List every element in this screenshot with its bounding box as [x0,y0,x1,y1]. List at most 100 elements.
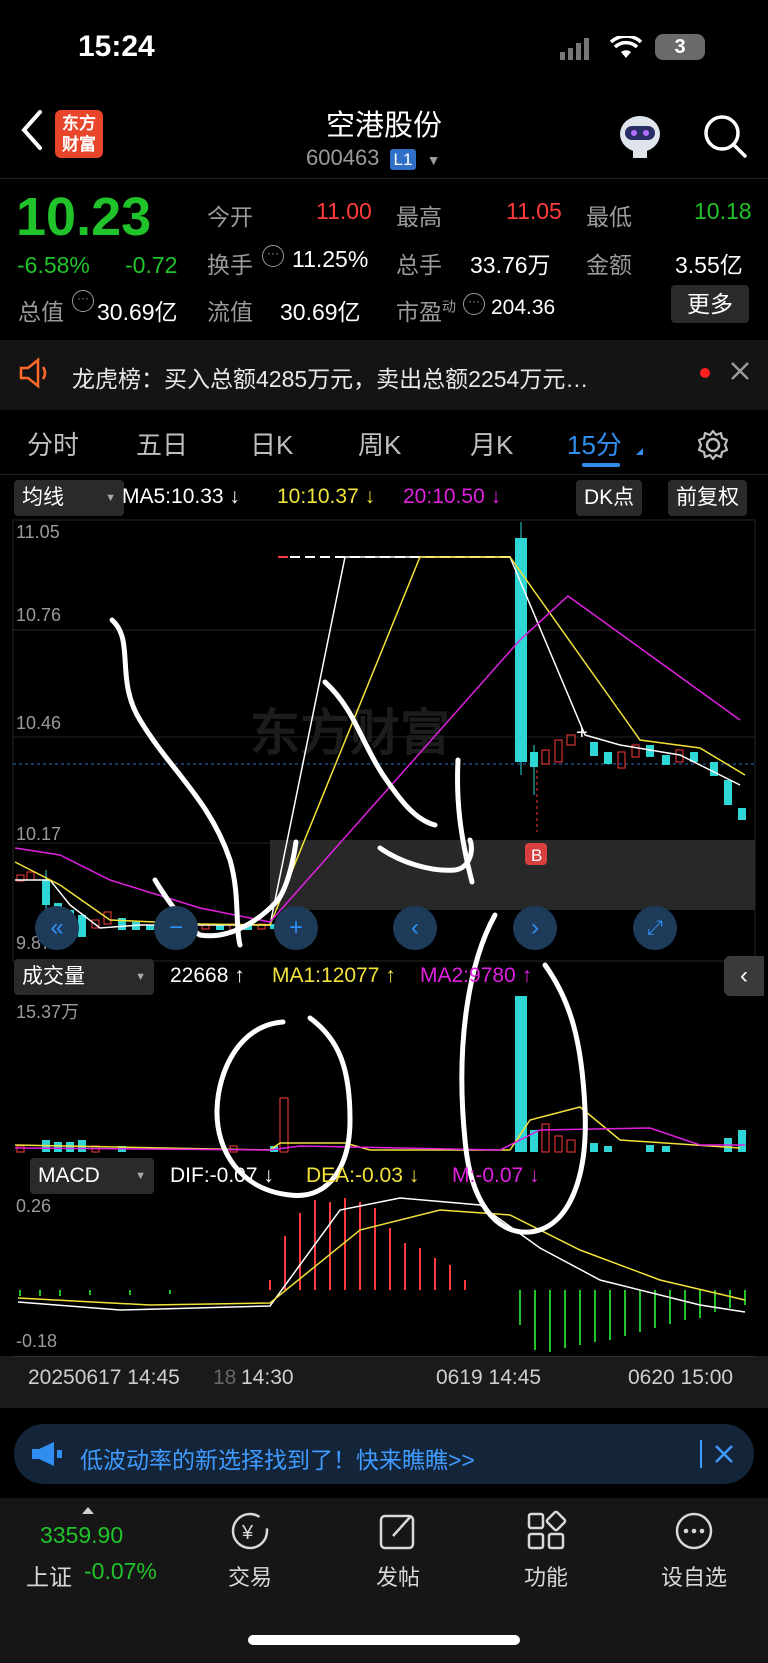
time-axis-end: 0620 15:00 [628,1366,734,1389]
info-icon[interactable]: ··· [72,290,94,312]
news-text[interactable]: 龙虎榜：买入总额4285万元，卖出总额2254万元… [72,360,588,394]
volume-current: 22668 ↑ [170,964,245,987]
volume-ma1: MA1:12077 ↑ [272,964,396,987]
more-dots-icon [634,1510,754,1554]
index-value[interactable]: 3359.90 [40,1522,123,1549]
volume-selector[interactable]: 成交量 ▼ [14,959,154,995]
pe-sup: 动 [442,298,456,315]
stock-code-row[interactable]: 600463 L1 ▼ [306,145,440,171]
tab-five-day[interactable]: 五日 [136,425,188,462]
ma-selector[interactable]: 均线 ▼ [14,480,124,516]
tab-intraday[interactable]: 分时 [27,425,79,462]
more-button[interactable]: 更多 [671,285,749,323]
battery-icon: 3 [655,34,705,60]
unread-dot [700,368,710,378]
yuan-exchange-icon: ¥ [190,1510,310,1554]
adjust-label: 前复权 [676,486,739,509]
tab-monthly-k[interactable]: 月K [470,425,513,462]
macd-m: M:-0.07 ↓ [452,1164,540,1187]
total-cap-value: 30.69亿 [97,299,178,325]
low-value: 10.18 [694,198,752,224]
turnover-label: 换手 [207,252,253,278]
functions-label: 功能 [523,1565,568,1590]
close-icon[interactable] [729,360,751,387]
ma10-legend: 10:10.37 ↓ [277,485,376,508]
macd-dif-value: DIF:-0.07 [170,1164,258,1187]
high-value: 11.05 [506,198,562,224]
macd-selector[interactable]: MACD ▼ [30,1158,154,1194]
settings-gear-icon[interactable] [696,428,730,467]
time-axis-start: 20250617 14:45 [28,1366,180,1389]
post-label: 发帖 [375,1565,420,1590]
fullscreen-button[interactable]: ⤢ [633,906,677,950]
post-button[interactable]: 发帖 [338,1510,458,1592]
macd-axis-bottom: -0.18 [16,1331,58,1351]
time-axis-day: 18 [213,1366,237,1389]
volume-current-value: 22668 [170,964,229,987]
price-axis-4: 10.17 [16,824,62,844]
info-icon[interactable]: ··· [463,293,485,315]
ma20-legend: 20:10.50 ↓ [403,485,502,508]
level-badge: L1 [389,149,417,170]
banner-close-icon[interactable] [714,1444,734,1469]
trade-button[interactable]: ¥ 交易 [190,1510,310,1592]
dropdown-icon: ▼ [105,492,116,504]
volume-label: 总手 [396,252,442,278]
tab-active-underline [582,463,620,467]
index-expand-icon[interactable] [82,1507,94,1514]
search-icon[interactable] [702,113,748,164]
stock-code: 600463 [306,145,380,170]
ma5-legend: MA5:10.33 ↓ [122,485,240,508]
edit-icon [338,1510,458,1554]
adjust-price-button[interactable]: 前复权 [668,480,747,516]
macd-bars [19,1198,746,1352]
cellular-signal-icon [560,38,594,65]
open-label: 今开 [207,204,253,230]
status-time: 15:24 [78,30,155,63]
zoom-out-button[interactable]: − [154,906,198,950]
volume-ma2: MA2:9780 ↑ [420,964,533,987]
volume-value: 33.76万 [470,252,551,278]
volume-selector-label: 成交量 [22,965,85,988]
price-axis-top: 11.05 [16,522,60,542]
volume-axis-top: 15.37万 [16,1002,80,1022]
volume-ma2-value: MA2:9780 [420,964,516,987]
dropdown-icon: ▼ [135,1170,146,1182]
macd-dea-value: DEA:-0.03 [306,1164,403,1187]
tab-daily-k[interactable]: 日K [250,425,293,462]
tab-weekly-k[interactable]: 周K [358,425,401,462]
price-axis-3: 10.46 [16,713,62,733]
rewind-button[interactable]: « [35,906,79,950]
watchlist-label: 设自选 [660,1565,727,1590]
wifi-icon [609,34,643,65]
info-icon[interactable]: ··· [262,245,284,267]
speaker-icon [18,357,54,394]
add-watchlist-button[interactable]: 设自选 [634,1510,754,1592]
amount-label: 金额 [586,252,632,278]
pe-label: 市盈动 [396,293,456,327]
pe-label-text: 市盈 [396,299,442,325]
zoom-in-button[interactable]: + [274,906,318,950]
dropdown-icon: ▼ [135,971,146,983]
robot-assistant-icon[interactable] [615,112,665,165]
low-label: 最低 [586,204,632,230]
macd-dif: DIF:-0.07 ↓ [170,1164,274,1187]
scroll-right-button[interactable]: › [513,906,557,950]
change-value: -0.72 [125,252,178,278]
grid-icon [486,1510,606,1554]
ma10-value: 10:10.37 [277,485,359,508]
index-name: 上证 [26,1564,72,1590]
dk-label: DK点 [584,486,635,509]
functions-button[interactable]: 功能 [486,1510,606,1592]
open-value: 11.00 [316,198,372,224]
svg-text:+: + [576,722,588,744]
dk-point-button[interactable]: DK点 [576,480,643,516]
scroll-left-button[interactable]: ‹ [393,906,437,950]
promo-text[interactable]: 低波动率的新选择找到了！快来瞧瞧>> [80,1441,475,1475]
collapse-panel-icon[interactable]: ‹ [724,956,764,996]
chevron-down-icon: ▼ [426,152,441,168]
total-cap-label: 总值 [18,299,64,325]
ma20-value: 20:10.50 [403,485,485,508]
tab-15min[interactable]: 15分 [567,425,622,462]
macd-m-value: M:-0.07 [452,1164,524,1187]
